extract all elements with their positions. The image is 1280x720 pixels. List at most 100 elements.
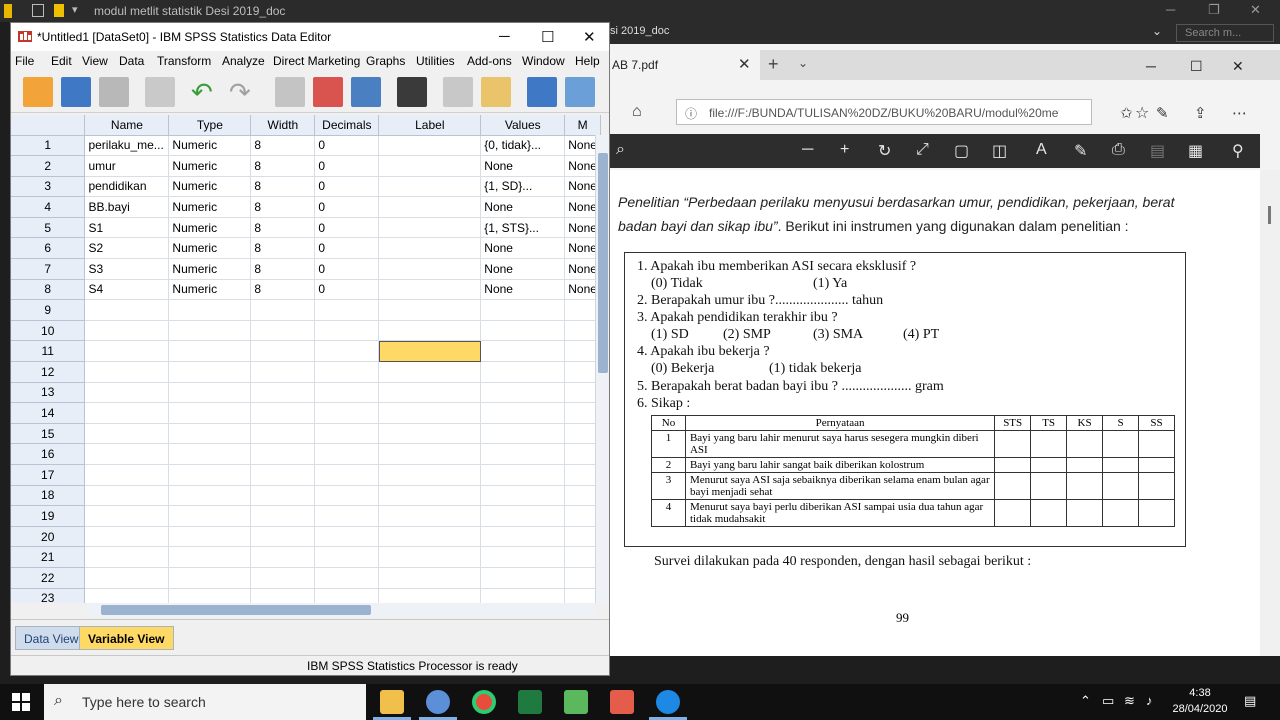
notes-pen-icon[interactable]: ✎ (1156, 104, 1169, 122)
row-number[interactable]: 20 (11, 526, 86, 548)
row-number[interactable]: 6 (11, 237, 86, 260)
row-number[interactable]: 19 (11, 505, 86, 527)
insert-cases-icon[interactable] (443, 77, 473, 107)
cell-values[interactable]: None (480, 258, 566, 280)
open-folder-icon[interactable] (23, 77, 53, 107)
row-number[interactable]: 11 (11, 340, 86, 363)
rotate-icon[interactable]: ↻ (878, 141, 891, 161)
cell-values[interactable]: None (480, 196, 566, 218)
menu-edit[interactable]: Edit (51, 54, 72, 68)
menu-add-ons[interactable]: Add-ons (467, 54, 512, 68)
weight-cases-icon[interactable] (565, 77, 595, 107)
menu-graphs[interactable]: Graphs (366, 54, 405, 68)
read-aloud-icon[interactable]: A (1036, 141, 1047, 159)
cell-label[interactable] (378, 258, 482, 280)
row-number[interactable]: 9 (11, 299, 86, 321)
cell-label[interactable] (378, 135, 482, 157)
zoom-out-icon[interactable]: ─ (802, 141, 813, 159)
edge-tab-pdf[interactable]: AB 7.pdf ✕ (610, 50, 760, 80)
row-number[interactable]: 7 (11, 258, 86, 280)
menu-analyze[interactable]: Analyze (222, 54, 265, 68)
cell-width[interactable]: 8 (250, 258, 316, 280)
close-tab-icon[interactable]: ✕ (738, 55, 751, 73)
wifi-icon[interactable]: ≋ (1124, 693, 1135, 709)
vertical-scroll-thumb[interactable] (598, 153, 608, 373)
page-view-icon[interactable]: ◫ (992, 141, 1007, 161)
cell-label[interactable] (378, 237, 482, 260)
cell-values[interactable]: None (480, 237, 566, 260)
clock-date[interactable]: 28/04/2020 (1164, 703, 1236, 715)
spss-maximize-icon[interactable]: ☐ (541, 28, 554, 46)
row-number[interactable]: 8 (11, 279, 86, 301)
favorite-star-icon[interactable]: ☆ (1135, 103, 1149, 123)
chevron-down-icon[interactable]: ⌄ (1152, 24, 1162, 38)
cell-width[interactable]: 8 (250, 279, 316, 301)
save-icon[interactable] (32, 4, 44, 17)
row-number[interactable]: 5 (11, 217, 86, 239)
cell-type[interactable]: Numeric (168, 155, 252, 177)
draw-icon[interactable]: ✎ (1074, 141, 1087, 161)
pdf-scrollbar[interactable] (1260, 170, 1280, 656)
row-number[interactable]: 2 (11, 155, 86, 177)
tab-menu-chevron-icon[interactable]: ⌄ (798, 56, 808, 70)
pdf-scroll-thumb[interactable] (1268, 206, 1271, 224)
col-header-name[interactable]: Name (84, 115, 170, 136)
excel-icon[interactable] (518, 690, 542, 714)
horizontal-scroll-thumb[interactable] (101, 605, 371, 615)
row-number[interactable]: 10 (11, 320, 86, 342)
cell-name[interactable]: S3 (84, 258, 170, 280)
col-header-width[interactable]: Width (250, 115, 316, 136)
quick-access-dropdown-icon[interactable]: ▾ (72, 3, 78, 16)
cell-name[interactable]: S1 (84, 217, 170, 239)
home-icon[interactable]: ⌂ (632, 103, 642, 121)
cell-width[interactable]: 8 (250, 217, 316, 239)
cell-decimals[interactable]: 0 (314, 279, 380, 301)
edge-close-icon[interactable]: ✕ (1232, 58, 1244, 75)
folder-icon[interactable] (54, 4, 64, 17)
row-number[interactable]: 18 (11, 485, 86, 507)
cell-type[interactable]: Numeric (168, 258, 252, 280)
menu-view[interactable]: View (82, 54, 108, 68)
print-icon[interactable] (99, 77, 129, 107)
variables-icon[interactable] (351, 77, 381, 107)
cell-name[interactable]: pendidikan (84, 176, 170, 198)
menu-window[interactable]: Window (522, 54, 565, 68)
cell-values[interactable]: {1, STS}... (480, 217, 566, 239)
share-icon[interactable]: ⇪ (1194, 104, 1207, 122)
cell-decimals[interactable]: 0 (314, 135, 380, 157)
zoom-in-icon[interactable]: + (840, 141, 849, 159)
word-search-box[interactable]: Search m... (1176, 24, 1274, 42)
cell-label[interactable] (378, 217, 482, 239)
word-close-icon[interactable]: ✕ (1250, 2, 1261, 18)
cell-width[interactable]: 8 (250, 155, 316, 177)
row-number[interactable]: 13 (11, 382, 86, 404)
vertical-scrollbar[interactable] (595, 135, 609, 603)
info-icon[interactable]: ⓘ (685, 105, 697, 122)
cell-type[interactable]: Numeric (168, 176, 252, 198)
word-minimize-icon[interactable]: ─ (1166, 2, 1175, 17)
go-to-case-icon[interactable] (275, 77, 305, 107)
find-binoculars-icon[interactable] (397, 77, 427, 107)
row-number[interactable]: 12 (11, 361, 86, 383)
cell-width[interactable]: 8 (250, 237, 316, 260)
address-bar[interactable]: ⓘ file:///F:/BUNDA/TULISAN%20DZ/BUKU%20B… (676, 99, 1149, 125)
redo-icon[interactable]: ↷ (229, 77, 251, 108)
corner-cell[interactable] (11, 115, 86, 136)
cell-values[interactable]: None (480, 155, 566, 177)
cell-values[interactable]: None (480, 279, 566, 301)
recorder-icon[interactable] (610, 690, 634, 714)
cell-values[interactable]: {1, SD}... (480, 176, 566, 198)
tab-variable-view[interactable]: Variable View (79, 626, 174, 650)
col-header-missing[interactable]: M (564, 115, 601, 136)
selected-label-cell[interactable] (378, 340, 482, 363)
more-options-icon[interactable]: ⋯ (1232, 104, 1247, 122)
cell-type[interactable]: Numeric (168, 196, 252, 218)
windows-start-icon[interactable] (12, 693, 30, 711)
cell-decimals[interactable]: 0 (314, 237, 380, 260)
split-file-icon[interactable] (527, 77, 557, 107)
pin-toolbar-icon[interactable]: ⚲ (1232, 141, 1244, 161)
print-icon[interactable]: ⎙ (1112, 141, 1125, 159)
cell-decimals[interactable]: 0 (314, 196, 380, 218)
cell-name[interactable]: S2 (84, 237, 170, 260)
cell-values[interactable]: {0, tidak}... (480, 135, 566, 157)
